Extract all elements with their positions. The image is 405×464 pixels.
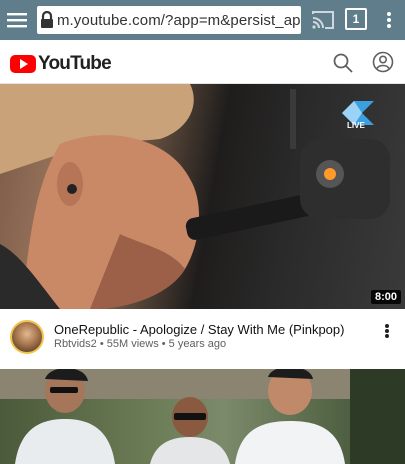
video-thumbnail-2[interactable]: [0, 369, 405, 464]
lock-icon: [37, 6, 57, 34]
site-header: YouTube: [0, 40, 405, 84]
youtube-logo[interactable]: YouTube: [10, 53, 112, 75]
avatar[interactable]: [10, 320, 44, 354]
overflow-menu-icon[interactable]: [380, 9, 398, 31]
search-icon[interactable]: [332, 52, 354, 74]
video-thumbnail[interactable]: [0, 84, 405, 309]
video-menu-icon[interactable]: [380, 322, 394, 340]
url-text: m.youtube.com/?app=m&persist_app=1: [56, 11, 301, 29]
live-label: LIVE: [347, 121, 365, 130]
tabs-icon[interactable]: 1: [345, 8, 367, 30]
address-bar[interactable]: m.youtube.com/?app=m&persist_app=1: [37, 6, 301, 34]
video-subtitle: Rbtvids2 • 55M views • 5 years ago: [54, 338, 227, 350]
browser-toolbar: m.youtube.com/?app=m&persist_app=1 1: [0, 0, 405, 40]
video-duration: 8:00: [371, 290, 402, 304]
cast-icon[interactable]: [311, 8, 335, 32]
youtube-logo-icon: [10, 55, 36, 73]
thumbnail-image-2: [0, 369, 405, 464]
video-metadata[interactable]: OneRepublic - Apologize / Stay With Me (…: [0, 309, 405, 369]
logo-text: YouTube: [38, 53, 112, 74]
video-title[interactable]: OneRepublic - Apologize / Stay With Me (…: [54, 322, 344, 337]
account-icon[interactable]: [372, 51, 394, 73]
menu-icon[interactable]: [0, 0, 34, 40]
